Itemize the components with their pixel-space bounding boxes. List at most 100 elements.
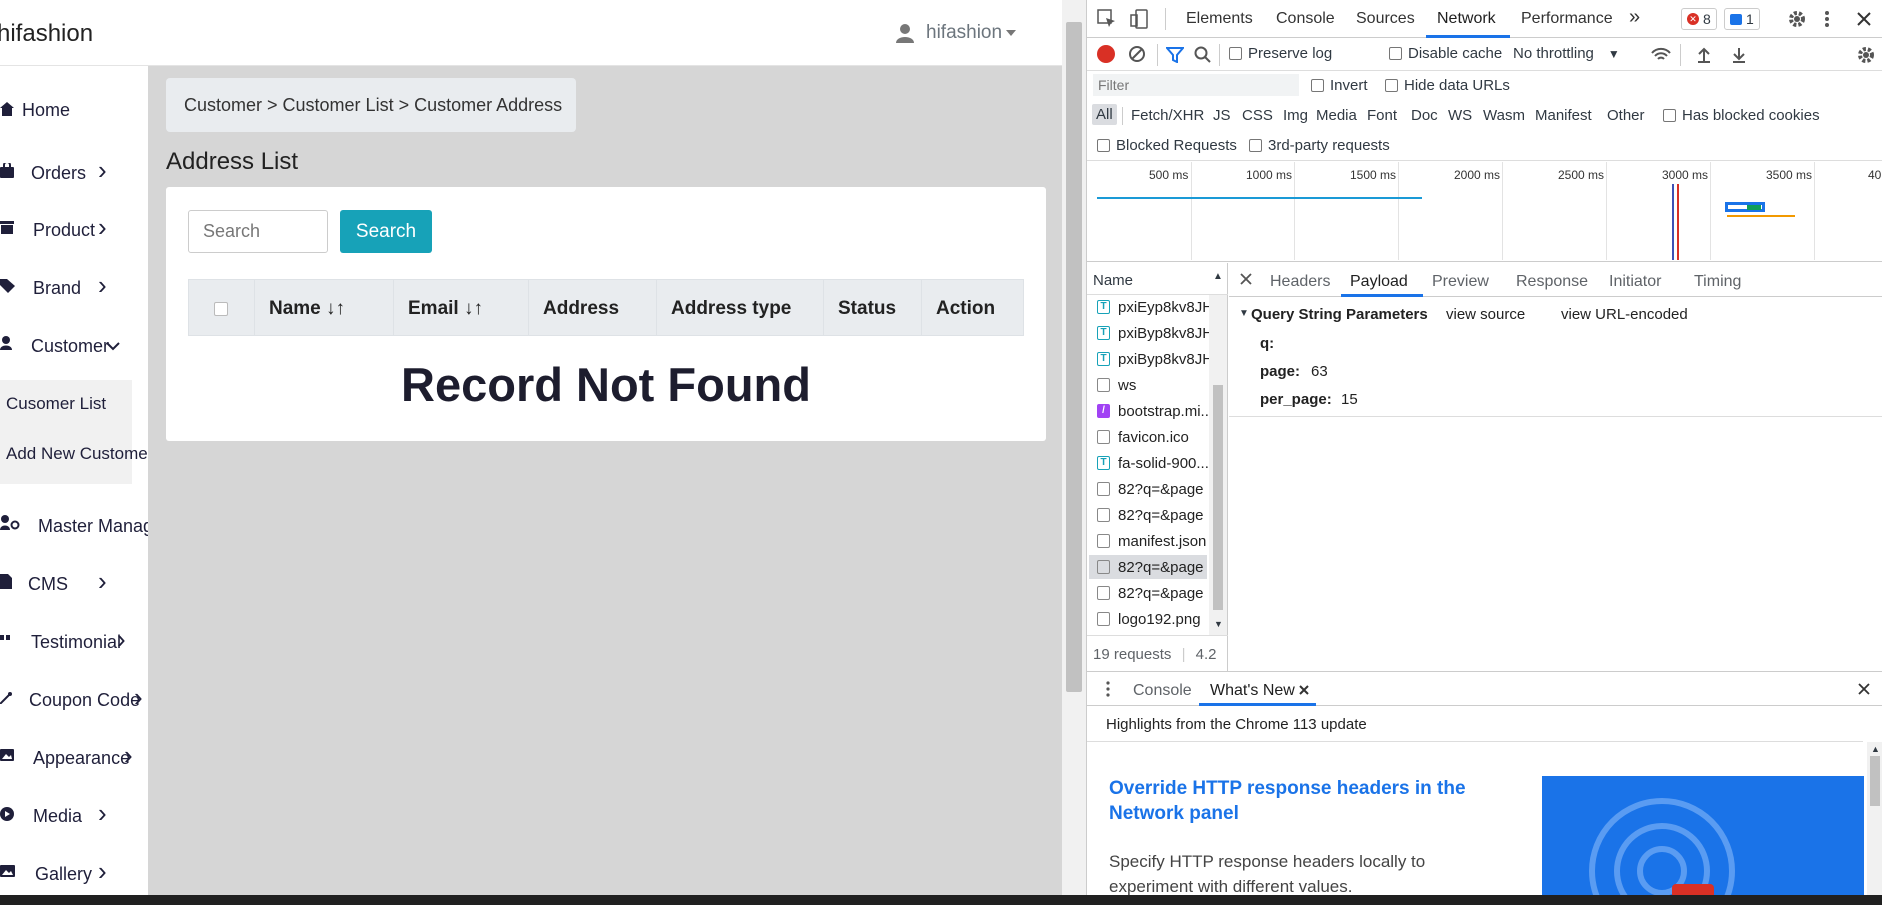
scrollbar-thumb[interactable] [1066,22,1082,692]
scrollbar-thumb[interactable] [1870,756,1880,806]
request-row[interactable]: TpxiByp8kv8JH [1097,347,1213,371]
type-filter-wasm[interactable]: Wasm [1483,107,1525,124]
sidebar-item-appearance[interactable]: Appearance › [0,740,148,772]
close-devtools-icon[interactable] [1857,12,1871,26]
request-row[interactable]: Tfa-solid-900... [1097,451,1209,475]
export-har-icon[interactable] [1732,47,1746,63]
request-row[interactable]: TpxiByp8kv8JH [1097,321,1213,345]
throttling-select[interactable]: No throttling ▼ [1513,45,1620,62]
type-filter-font[interactable]: Font [1367,107,1397,124]
request-row[interactable]: manifest.json [1097,529,1206,553]
hide-data-urls-checkbox[interactable]: Hide data URLs [1385,77,1510,94]
sidebar-item-gallery[interactable]: Gallery › [0,856,148,888]
kebab-menu-icon[interactable] [1824,10,1830,28]
type-filter-all[interactable]: All [1092,104,1117,125]
request-row-selected[interactable]: 82?q=&page [1089,555,1207,579]
view-url-encoded-link[interactable]: view URL-encoded [1561,306,1688,323]
sidebar-item-brand[interactable]: Brand › [0,270,148,302]
sidebar-item-orders[interactable]: Orders › [0,155,148,187]
section-title[interactable]: Query String Parameters [1251,306,1428,323]
request-row[interactable]: 82?q=&page [1097,503,1204,527]
invert-checkbox[interactable]: Invert [1311,77,1368,94]
type-filter-js[interactable]: JS [1213,107,1231,124]
column-email[interactable]: Email ↓↑ [393,280,528,335]
filter-icon[interactable] [1166,47,1184,63]
sidebar-subitem-customer-list[interactable]: Cusomer List [0,380,132,432]
settings-gear-icon[interactable] [1788,10,1806,28]
third-party-requests-checkbox[interactable]: 3rd-party requests [1249,137,1390,154]
message-badge[interactable]: 1 [1724,8,1760,30]
type-filter-other[interactable]: Other [1607,107,1645,124]
type-filter-ws[interactable]: WS [1448,107,1472,124]
inspect-element-icon[interactable] [1097,9,1117,29]
user-menu[interactable]: hifashion [896,22,1017,44]
column-name[interactable]: Name ↓↑ [254,280,393,335]
search-button[interactable]: Search [340,210,432,253]
tab-performance[interactable]: Performance [1521,10,1613,28]
network-conditions-icon[interactable] [1651,47,1671,63]
sidebar-item-master-manage[interactable]: Master Manage [0,510,163,540]
drawer-scrollbar[interactable]: ▲ [1867,742,1882,895]
tab-preview[interactable]: Preview [1432,273,1489,291]
type-filter-fetch-xhr[interactable]: Fetch/XHR [1131,107,1204,124]
sidebar-item-media[interactable]: Media › [0,798,148,830]
tab-timing[interactable]: Timing [1694,273,1741,291]
tab-console[interactable]: Console [1276,10,1335,28]
more-tabs-icon[interactable]: » [1629,6,1640,29]
search-icon[interactable] [1194,46,1211,63]
request-row[interactable]: / bootstrap.mi... [1097,399,1213,423]
sidebar-item-cms[interactable]: CMS › [0,566,148,598]
drawer-menu-icon[interactable] [1105,681,1111,697]
network-settings-icon[interactable] [1857,46,1875,64]
drawer-tab-whats-new[interactable]: What's New [1210,682,1295,700]
request-row[interactable]: 82?q=&page [1097,477,1204,501]
device-toolbar-icon[interactable] [1130,9,1150,29]
view-source-link[interactable]: view source [1446,306,1525,323]
sidebar-subitem-add-new-customer[interactable]: Add New Customer [0,432,153,484]
request-row[interactable]: favicon.ico [1097,425,1189,449]
request-row[interactable]: logo192.png [1097,607,1201,631]
error-badge[interactable]: ✕ 8 [1681,8,1717,30]
tab-headers[interactable]: Headers [1270,273,1330,291]
clear-icon[interactable] [1128,45,1146,63]
sidebar-item-coupon-code[interactable]: Coupon Code › [0,682,148,714]
disable-cache-checkbox[interactable]: Disable cache [1389,45,1502,62]
blocked-requests-checkbox[interactable]: Blocked Requests [1097,137,1237,154]
sidebar-item-product[interactable]: Product › [0,212,148,244]
sidebar-item-home[interactable]: Home [0,94,148,124]
close-tab-icon[interactable] [1299,685,1309,695]
close-detail-icon[interactable] [1240,273,1252,285]
tab-response[interactable]: Response [1516,273,1588,291]
collapse-triangle-icon[interactable]: ▼ [1239,308,1249,319]
request-row[interactable]: TpxiEyp8kv8JH [1097,295,1213,319]
type-filter-img[interactable]: Img [1283,107,1308,124]
search-input[interactable]: Search [188,210,328,253]
preserve-log-checkbox[interactable]: Preserve log [1229,45,1332,62]
request-row[interactable]: ws [1097,373,1136,397]
tab-payload[interactable]: Payload [1350,273,1408,291]
sidebar-item-customer[interactable]: Customer [0,330,148,360]
type-filter-media[interactable]: Media [1316,107,1357,124]
import-har-icon[interactable] [1697,47,1711,63]
scrollbar-thumb[interactable] [1213,385,1223,610]
page-scrollbar[interactable] [1062,0,1086,895]
type-filter-css[interactable]: CSS [1242,107,1273,124]
whats-new-headline[interactable]: Override HTTP response headers in the Ne… [1109,776,1489,826]
name-column-header[interactable]: Name ▲ [1087,263,1228,295]
tab-initiator[interactable]: Initiator [1609,273,1661,291]
tab-elements[interactable]: Elements [1186,10,1253,28]
type-filter-manifest[interactable]: Manifest [1535,107,1592,124]
close-drawer-icon[interactable] [1858,683,1870,695]
record-button[interactable] [1097,45,1115,63]
request-row[interactable]: 82?q=&page [1097,581,1204,605]
sidebar-item-testimonial[interactable]: Testimonial › [0,624,148,656]
scroll-up-icon[interactable]: ▲ [1871,744,1880,754]
filter-input[interactable]: Filter [1093,74,1299,96]
select-all-checkbox[interactable] [214,302,228,316]
requests-scrollbar[interactable]: ▼ [1209,295,1227,635]
tab-network[interactable]: Network [1437,10,1496,28]
drawer-tab-console[interactable]: Console [1133,682,1192,700]
has-blocked-cookies-checkbox[interactable]: Has blocked cookies [1663,107,1820,124]
tab-sources[interactable]: Sources [1356,10,1415,28]
scroll-down-icon[interactable]: ▼ [1214,619,1223,629]
